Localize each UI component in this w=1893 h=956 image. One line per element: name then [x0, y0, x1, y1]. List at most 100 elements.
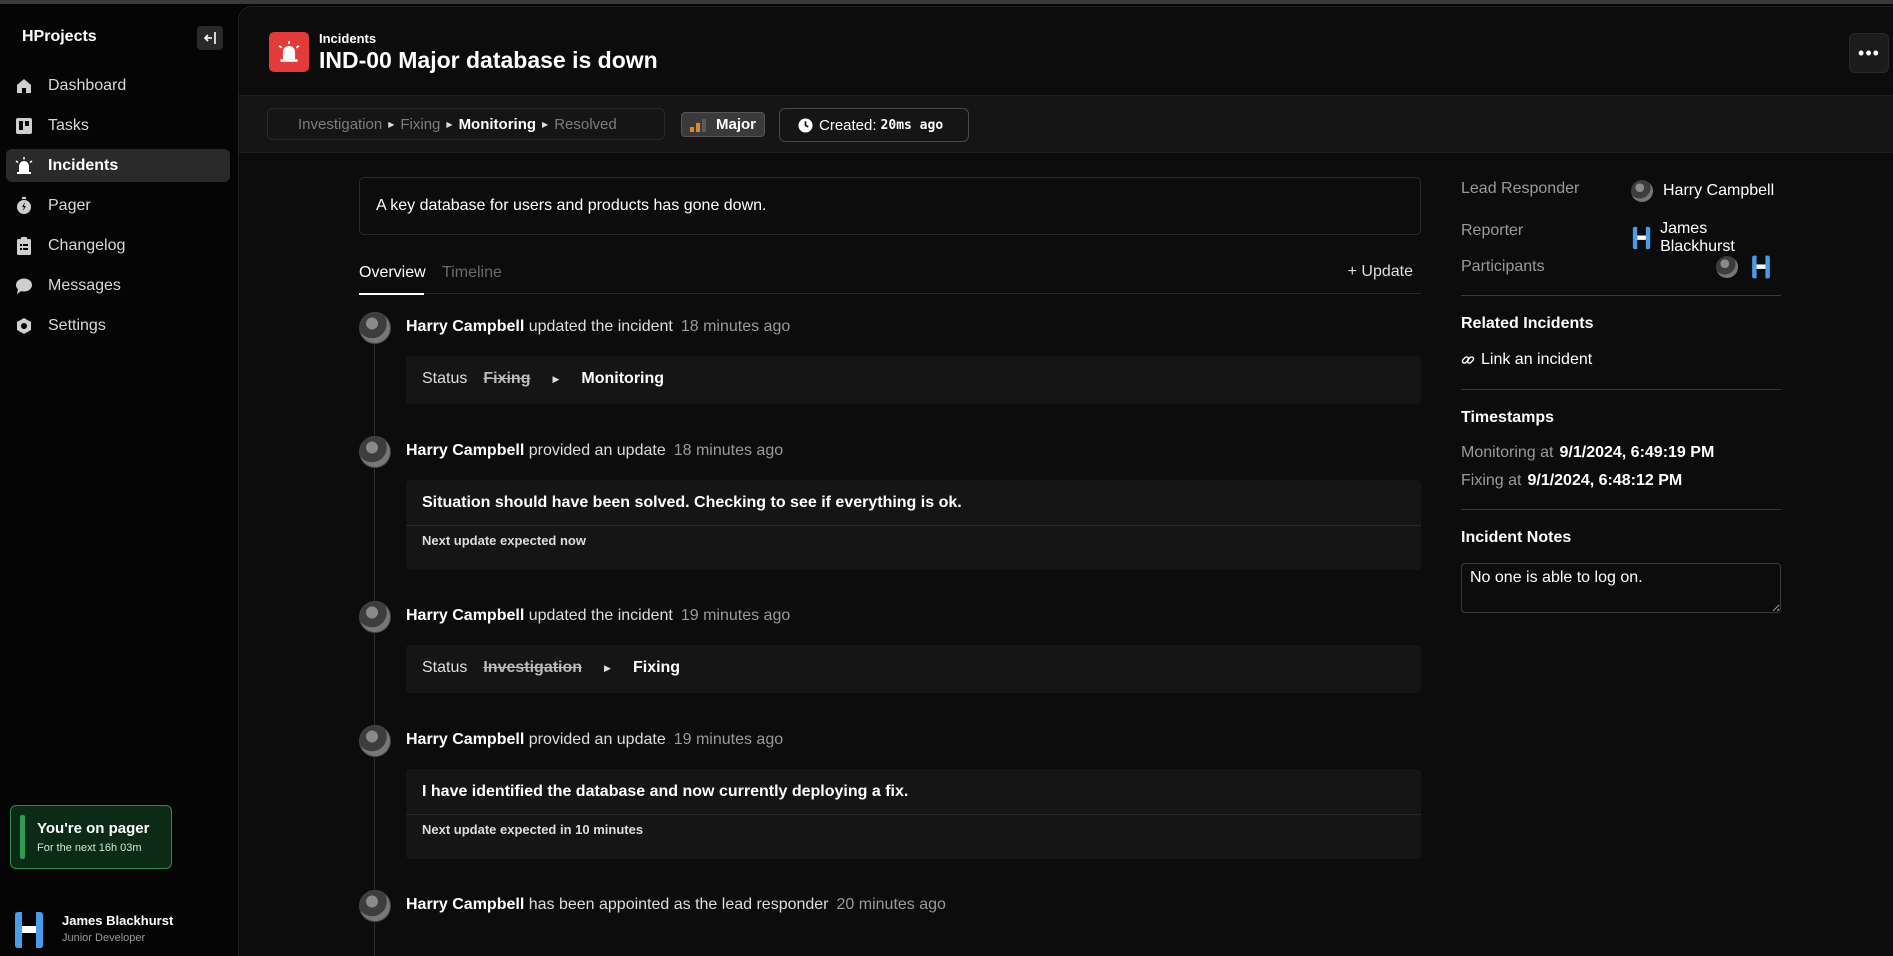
pager-status-card[interactable]: You're on pager For the next 16h 03m — [10, 805, 172, 869]
actor-name[interactable]: Harry Campbell — [406, 731, 524, 748]
sidebar-item-changelog[interactable]: Changelog — [6, 229, 230, 262]
chevron-right-icon: ▶ — [446, 119, 453, 129]
reporter-value[interactable]: James Blackhurst — [1631, 220, 1781, 256]
ellipsis-icon: ••• — [1858, 42, 1880, 63]
new-status: Fixing — [632, 659, 681, 676]
sidebar-item-label: Settings — [48, 316, 106, 334]
lead-responder-label: Lead Responder — [1461, 180, 1580, 197]
new-status: Monitoring — [581, 370, 665, 387]
created-time-badge: Created: 20ms ago — [779, 108, 969, 142]
sidebar-item-label: Changelog — [48, 236, 126, 254]
update-message: I have identified the database and now c… — [422, 783, 909, 800]
hprojects-logo-icon — [15, 912, 43, 948]
old-status: Fixing — [483, 370, 531, 387]
update-message: Situation should have been solved. Check… — [422, 494, 962, 511]
status-step-investigation[interactable]: Investigation — [298, 116, 382, 133]
status-step-resolved[interactable]: Resolved — [554, 116, 617, 133]
sidebar-item-label: Pager — [48, 196, 91, 214]
severity-label: Major — [716, 116, 757, 133]
participant-avatar[interactable] — [1716, 256, 1738, 278]
actor-name[interactable]: Harry Campbell — [406, 896, 524, 913]
chevron-right-icon: ▶ — [542, 119, 549, 129]
tab-timeline[interactable]: Timeline — [442, 264, 502, 282]
timestamp-monitoring: Monitoring at 9/1/2024, 6:49:19 PM — [1461, 444, 1714, 462]
avatar — [359, 312, 391, 344]
chevron-right-icon: ▶ — [552, 373, 560, 384]
actor-name[interactable]: Harry Campbell — [406, 442, 524, 459]
avatar — [359, 890, 391, 922]
timestamp-fixing: Fixing at 9/1/2024, 6:48:12 PM — [1461, 472, 1682, 490]
action-text: updated the incident — [528, 607, 673, 624]
update-card: I have identified the database and now c… — [406, 769, 1421, 859]
timestamp-label: Fixing at — [1461, 472, 1522, 489]
lead-responder-value[interactable]: Harry Campbell — [1631, 180, 1774, 202]
reporter-name: James Blackhurst — [1660, 220, 1735, 255]
sidebar-item-messages[interactable]: Messages — [6, 269, 230, 302]
gear-icon — [14, 316, 34, 336]
chat-icon — [14, 276, 34, 296]
status-stepper: Investigation ▶ Fixing ▶ Monitoring ▶ Re… — [267, 108, 665, 140]
sidebar-item-label: Tasks — [48, 116, 89, 134]
created-label: Created: — [819, 116, 877, 134]
time-ago: 19 minutes ago — [680, 607, 791, 624]
avatar — [359, 436, 391, 468]
tab-bar: Overview Timeline + Update — [359, 259, 1421, 295]
sidebar-item-dashboard[interactable]: Dashboard — [6, 69, 230, 102]
sidebar-item-label: Dashboard — [48, 76, 127, 94]
severity-badge[interactable]: Major — [681, 112, 765, 137]
board-icon — [14, 116, 34, 136]
user-role: Junior Developer — [62, 932, 146, 944]
actor-name[interactable]: Harry Campbell — [406, 318, 524, 335]
related-incidents-title: Related Incidents — [1461, 315, 1594, 332]
card-divider — [406, 814, 1421, 815]
next-update-text: Next update expected in 10 minutes — [422, 822, 644, 837]
participant-logo-icon[interactable] — [1750, 255, 1772, 279]
collapse-sidebar-button[interactable] — [197, 26, 223, 50]
clock-icon — [798, 117, 813, 133]
collapse-icon — [203, 32, 216, 44]
actor-name[interactable]: Harry Campbell — [406, 607, 524, 624]
timeline-entry-text: Harry Campbell updated the incident 18 mi… — [406, 318, 790, 336]
time-ago: 18 minutes ago — [673, 442, 784, 459]
more-options-button[interactable]: ••• — [1849, 33, 1889, 73]
divider — [1461, 389, 1781, 390]
action-text: provided an update — [528, 442, 666, 459]
incident-notes-field[interactable]: No one is able to log on. — [1461, 563, 1781, 613]
breadcrumb[interactable]: Incidents — [319, 31, 376, 46]
link-incident-button[interactable]: Link an incident — [1461, 351, 1592, 369]
window-top-border — [0, 0, 1893, 4]
status-change-card: Status Investigation ▶ Fixing — [406, 645, 1421, 693]
action-text: updated the incident — [528, 318, 673, 335]
status-step-fixing[interactable]: Fixing — [400, 116, 440, 133]
sidebar-item-tasks[interactable]: Tasks — [6, 109, 230, 142]
sidebar: HProjects Dashboard Tasks Incidents Page… — [0, 4, 238, 956]
incident-description: A key database for users and products ha… — [359, 177, 1421, 235]
sidebar-item-label: Messages — [48, 276, 121, 294]
stopwatch-icon — [14, 196, 34, 216]
sidebar-item-incidents[interactable]: Incidents — [6, 149, 230, 182]
participants-label: Participants — [1461, 258, 1545, 275]
incident-badge — [269, 32, 309, 72]
tab-overview[interactable]: Overview — [359, 264, 426, 295]
sidebar-nav: Dashboard Tasks Incidents Pager Changelo… — [6, 69, 230, 349]
incident-header: Incidents IND-00 Major database is down … — [239, 7, 1893, 95]
main-panel: Incidents IND-00 Major database is down … — [238, 6, 1893, 956]
divider — [1461, 509, 1781, 510]
divider — [1461, 295, 1781, 296]
status-step-monitoring[interactable]: Monitoring — [459, 116, 536, 133]
timeline-entry-text: Harry Campbell has been appointed as the… — [406, 896, 946, 914]
reporter-label: Reporter — [1461, 222, 1524, 239]
timestamps-title: Timestamps — [1461, 409, 1555, 426]
avatar — [359, 601, 391, 633]
status-label: Status — [422, 370, 468, 387]
sidebar-item-pager[interactable]: Pager — [6, 189, 230, 222]
timestamp-value: 9/1/2024, 6:48:12 PM — [1527, 472, 1683, 489]
sidebar-item-settings[interactable]: Settings — [6, 309, 230, 342]
hprojects-logo-icon — [1632, 226, 1651, 250]
participants-list — [1716, 255, 1772, 279]
page-title: IND-00 Major database is down — [319, 47, 658, 73]
add-update-button[interactable]: + Update — [1348, 263, 1413, 281]
incident-status-bar: Investigation ▶ Fixing ▶ Monitoring ▶ Re… — [239, 95, 1893, 153]
timestamp-label: Monitoring at — [1461, 444, 1554, 461]
user-profile[interactable]: James Blackhurst Junior Developer — [12, 909, 232, 953]
